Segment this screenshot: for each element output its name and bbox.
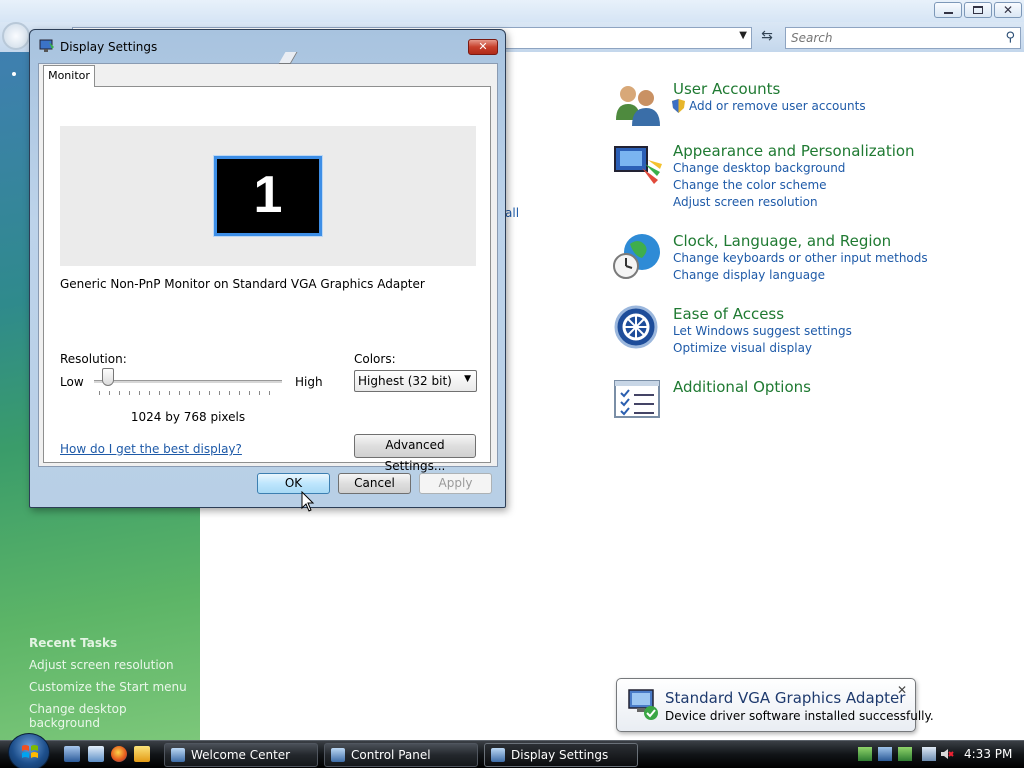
- welcome-center-icon: [171, 748, 185, 762]
- search-input[interactable]: [791, 31, 991, 45]
- clock-globe-icon: [613, 234, 660, 279]
- taskbar-button-display-settings[interactable]: Display Settings: [484, 743, 638, 767]
- recent-task-link[interactable]: Customize the Start menu: [29, 680, 187, 694]
- taskbar-button-label: Display Settings: [511, 748, 609, 762]
- maximize-button[interactable]: [964, 2, 992, 18]
- display-settings-dialog: Display Settings ✕ Monitor 1 Generic Non…: [29, 29, 506, 508]
- monitor-preview: 1: [60, 126, 476, 266]
- control-panel-icon: [331, 748, 345, 762]
- monitor-number: 1: [253, 166, 283, 224]
- volume-muted-icon[interactable]: [940, 747, 954, 761]
- category-title[interactable]: Additional Options: [673, 378, 811, 396]
- mouse-cursor-icon: [301, 491, 315, 512]
- resolution-label: Resolution:: [60, 352, 127, 366]
- resolution-value: 1024 by 768 pixels: [130, 410, 246, 424]
- device-installed-icon: [628, 689, 658, 720]
- tray-clock[interactable]: 4:33 PM: [964, 747, 1012, 761]
- dialog-body: Monitor 1 Generic Non-PnP Monitor on Sta…: [38, 63, 498, 473]
- resolution-slider-ticks: [99, 391, 279, 395]
- minimize-button[interactable]: [934, 2, 962, 18]
- apply-button[interactable]: Apply: [419, 473, 492, 494]
- recent-task-link[interactable]: Adjust screen resolution: [29, 658, 174, 672]
- search-icon[interactable]: ⚲: [1005, 30, 1015, 45]
- colors-dropdown[interactable]: Highest (32 bit) ▼: [354, 370, 477, 392]
- monitor-name: Generic Non-PnP Monitor on Standard VGA …: [60, 277, 425, 291]
- dialog-close-button[interactable]: ✕: [468, 39, 498, 55]
- additional-options-icon: [614, 380, 660, 418]
- taskbar-button-label: Welcome Center: [191, 748, 291, 762]
- window-close-button[interactable]: ✕: [994, 2, 1022, 18]
- recent-task-link[interactable]: Change desktop background: [29, 702, 200, 730]
- control-panel-titlebar: ✕: [0, 0, 1024, 22]
- monitor-tab-panel: 1 Generic Non-PnP Monitor on Standard VG…: [43, 86, 491, 473]
- chevron-down-icon: ▼: [464, 374, 471, 384]
- category-link[interactable]: Add or remove user accounts: [689, 99, 866, 113]
- monitor-1-display[interactable]: 1: [214, 156, 322, 236]
- resolution-low-label: Low: [60, 375, 84, 389]
- category-link[interactable]: Change display language: [673, 268, 825, 282]
- category-link[interactable]: Adjust screen resolution: [673, 195, 818, 209]
- notification-close-button[interactable]: ✕: [897, 683, 907, 697]
- taskbar-button-welcome-center[interactable]: Welcome Center: [164, 743, 318, 767]
- category-title[interactable]: User Accounts: [673, 80, 780, 98]
- appearance-icon: [614, 146, 662, 184]
- firefox-icon[interactable]: [111, 746, 127, 762]
- chevron-down-icon[interactable]: ▼: [739, 30, 747, 41]
- display-settings-icon: [491, 748, 505, 762]
- ease-of-access-icon: [614, 305, 658, 349]
- dialog-title: Display Settings: [60, 40, 158, 54]
- recent-tasks-title: Recent Tasks: [29, 636, 118, 650]
- windows-logo-icon: [22, 745, 38, 758]
- notification-message: Device driver software installed success…: [665, 709, 934, 723]
- colors-selected-value: Highest (32 bit): [358, 374, 452, 388]
- taskbar-button-label: Control Panel: [351, 748, 431, 762]
- start-button[interactable]: [8, 733, 50, 768]
- device-install-icon[interactable]: [878, 747, 892, 761]
- category-link[interactable]: Change desktop background: [673, 161, 845, 175]
- resolution-high-label: High: [295, 375, 323, 389]
- category-title[interactable]: Ease of Access: [673, 305, 784, 323]
- network-icon[interactable]: [922, 747, 936, 761]
- category-link[interactable]: Let Windows suggest settings: [673, 324, 852, 338]
- notification-title: Standard VGA Graphics Adapter: [665, 689, 906, 707]
- resolution-slider-thumb[interactable]: [102, 368, 114, 386]
- bullet-icon: [12, 72, 16, 76]
- taskbar: Welcome Center Control Panel Display Set…: [0, 740, 1024, 768]
- category-title[interactable]: Clock, Language, and Region: [673, 232, 891, 250]
- tab-monitor[interactable]: Monitor: [43, 65, 95, 87]
- maximize-icon: [973, 6, 983, 14]
- partial-link-text[interactable]: all: [505, 206, 519, 220]
- best-display-help-link[interactable]: How do I get the best display?: [60, 442, 242, 456]
- taskbar-button-control-panel[interactable]: Control Panel: [324, 743, 478, 767]
- media-player-icon[interactable]: [134, 746, 150, 762]
- category-link[interactable]: Optimize visual display: [673, 341, 812, 355]
- display-settings-icon: [39, 39, 54, 52]
- shield-icon: [672, 99, 685, 113]
- update-icon[interactable]: [898, 747, 912, 761]
- category-link[interactable]: Change keyboards or other input methods: [673, 251, 928, 265]
- close-icon: ✕: [1003, 3, 1014, 17]
- ok-button[interactable]: OK: [257, 473, 330, 494]
- category-title[interactable]: Appearance and Personalization: [673, 142, 915, 160]
- cancel-button[interactable]: Cancel: [338, 473, 411, 494]
- system-tray: 4:33 PM: [852, 743, 1024, 767]
- user-accounts-icon: [616, 86, 660, 126]
- resolution-slider-track[interactable]: [94, 380, 282, 383]
- notification-balloon[interactable]: Standard VGA Graphics Adapter Device dri…: [616, 678, 934, 732]
- show-desktop-icon[interactable]: [64, 746, 80, 762]
- search-box[interactable]: ⚲: [785, 27, 1021, 49]
- safely-remove-hardware-icon[interactable]: [858, 747, 872, 761]
- refresh-icon[interactable]: ⇆: [756, 28, 778, 48]
- category-link[interactable]: Change the color scheme: [673, 178, 827, 192]
- back-button[interactable]: [2, 22, 30, 50]
- switch-windows-icon[interactable]: [88, 746, 104, 762]
- minimize-icon: [944, 12, 953, 14]
- colors-label: Colors:: [354, 352, 396, 366]
- advanced-settings-button[interactable]: Advanced Settings...: [354, 434, 476, 473]
